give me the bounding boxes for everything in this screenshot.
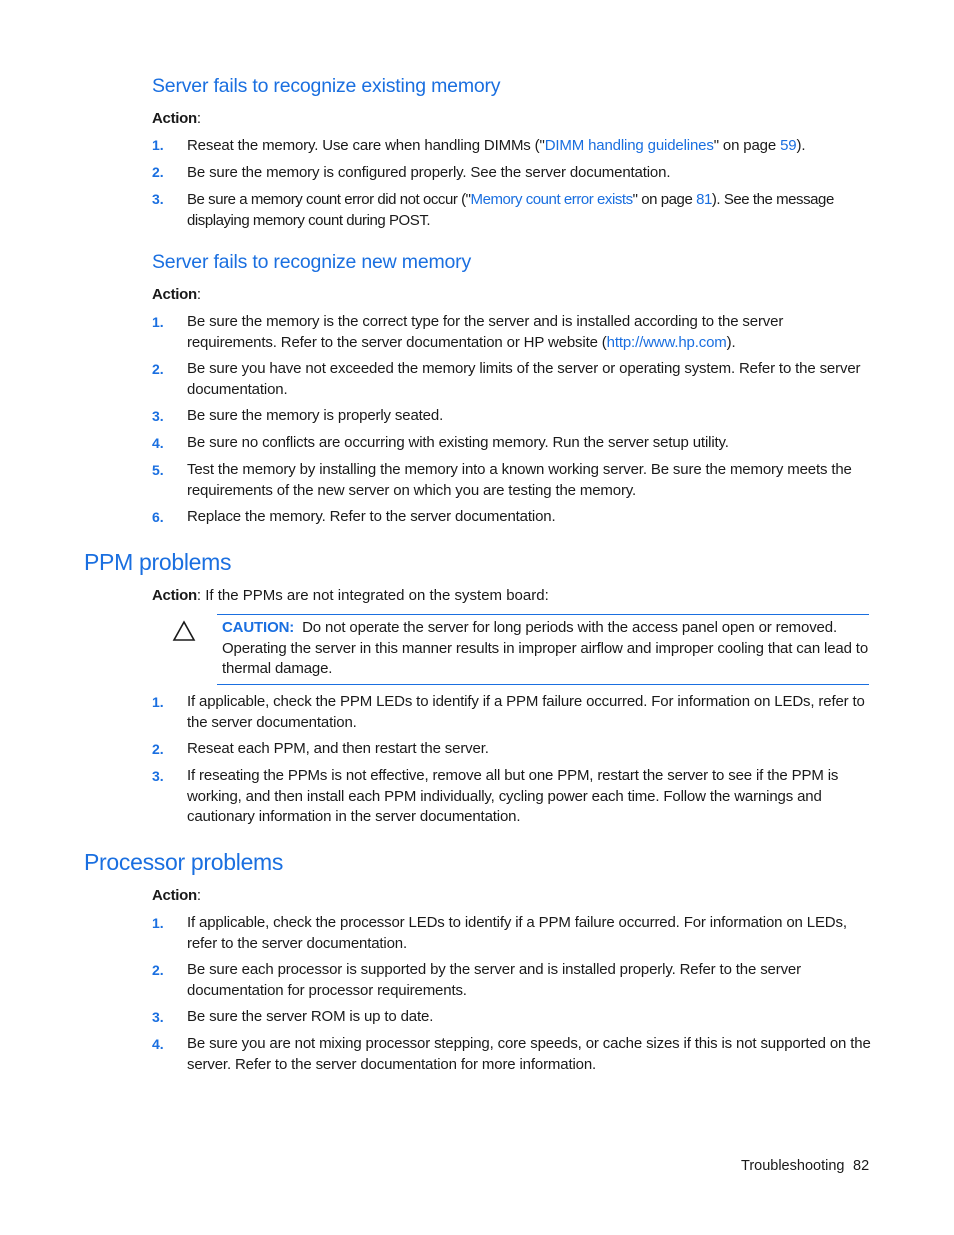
heading-new-memory: Server fails to recognize new memory bbox=[152, 251, 472, 273]
action-label: Action: bbox=[152, 887, 202, 904]
caution-message: CAUTION: Do not operate the server for lo… bbox=[222, 619, 869, 677]
link-memory-count-error-exists[interactable]: Memory count error exists bbox=[471, 191, 634, 208]
footer-page-number: 82 bbox=[853, 1158, 870, 1174]
link-page-59[interactable]: 59 bbox=[780, 137, 797, 154]
link-hp-website[interactable]: http://www.hp.com bbox=[607, 334, 727, 351]
link-dimm-handling-guidelines[interactable]: DIMM handling guidelines bbox=[545, 137, 714, 154]
heading-processor-problems: Processor problems bbox=[84, 849, 284, 875]
footer-section-name: Troubleshooting bbox=[741, 1158, 845, 1174]
warning-triangle-icon bbox=[172, 620, 196, 641]
action-label: Action: bbox=[152, 110, 202, 127]
heading-ppm-problems: PPM problems bbox=[84, 549, 232, 575]
action-label: Action: bbox=[152, 286, 202, 303]
link-page-81[interactable]: 81 bbox=[696, 191, 712, 208]
action-label: Action: If the PPMs are not integrated o… bbox=[152, 587, 549, 604]
heading-existing-memory: Server fails to recognize existing memor… bbox=[152, 75, 501, 97]
caution-label: CAUTION: bbox=[222, 619, 295, 636]
